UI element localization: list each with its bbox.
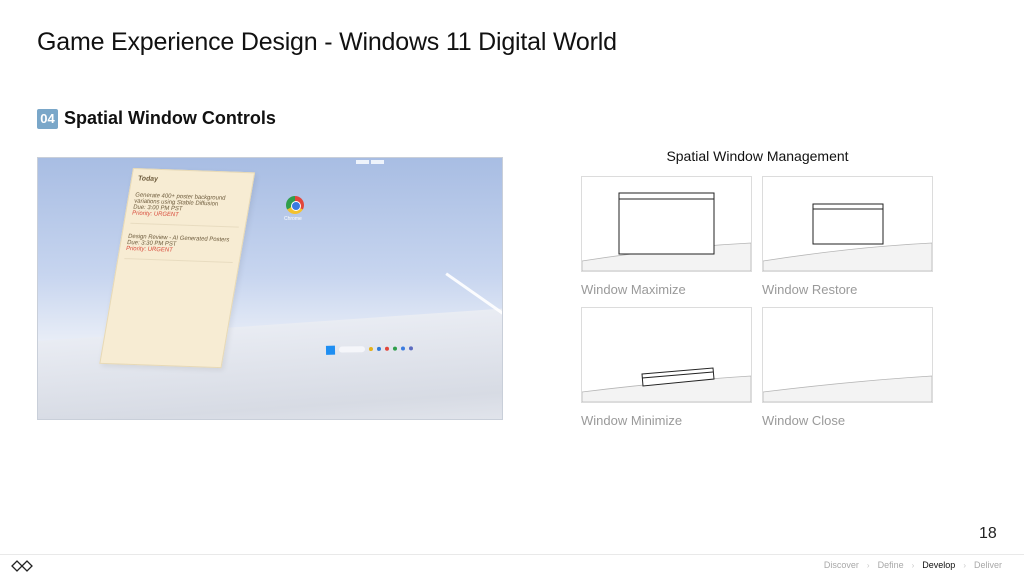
- restore-illustration: [763, 203, 932, 271]
- todo-panel-heading: Today: [137, 175, 159, 184]
- app-icon: [400, 346, 406, 351]
- start-icon: [325, 345, 336, 355]
- app-icon: [368, 347, 374, 352]
- chevron-right-icon: ›: [963, 560, 966, 570]
- spatial-windows-screenshot: Today Generate 400+ poster background va…: [37, 157, 503, 420]
- minimize-caption: Window Minimize: [581, 413, 683, 428]
- restore-caption: Window Restore: [762, 282, 858, 297]
- double-diamond-icon: [11, 559, 33, 577]
- chrome-icon: [286, 196, 304, 214]
- close-diagram: [762, 307, 933, 403]
- page-number: 18: [979, 525, 997, 542]
- process-nav: Discover › Define › Develop › Deliver: [824, 560, 1002, 570]
- nav-item-define[interactable]: Define: [878, 560, 904, 570]
- section-header: 04 Spatial Window Controls: [37, 108, 276, 129]
- section-title: Spatial Window Controls: [64, 108, 276, 128]
- todo-item: Design Review - AI Generated Posters Due…: [124, 233, 237, 263]
- windows-logo-icon: [356, 158, 384, 164]
- maximize-illustration: [582, 192, 751, 271]
- minimize-illustration: [582, 367, 751, 402]
- app-icon: [376, 346, 382, 351]
- close-caption: Window Close: [762, 413, 846, 428]
- footer-divider: [0, 554, 1024, 555]
- nav-item-discover[interactable]: Discover: [824, 560, 859, 570]
- page-title: Game Experience Design - Windows 11 Digi…: [37, 28, 617, 56]
- maximize-diagram: [581, 176, 752, 272]
- nav-item-deliver[interactable]: Deliver: [974, 560, 1002, 570]
- restore-diagram: [762, 176, 933, 272]
- app-icon: [392, 346, 398, 351]
- minimize-diagram: [581, 307, 752, 403]
- section-number-badge: 04: [37, 108, 58, 129]
- todo-item: Generate 400+ poster background variatio…: [130, 192, 245, 228]
- app-icon: [408, 346, 414, 351]
- taskbar: [325, 341, 422, 357]
- chevron-right-icon: ›: [866, 560, 870, 570]
- diagram-title: Spatial Window Management: [666, 148, 849, 164]
- taskbar-search: [338, 346, 366, 353]
- maximize-caption: Window Maximize: [581, 282, 686, 297]
- nav-item-develop[interactable]: Develop: [922, 560, 955, 570]
- chrome-icon-label: Chrome: [284, 216, 302, 222]
- app-icon: [384, 346, 390, 351]
- chevron-right-icon: ›: [911, 560, 915, 570]
- close-illustration: [763, 375, 932, 402]
